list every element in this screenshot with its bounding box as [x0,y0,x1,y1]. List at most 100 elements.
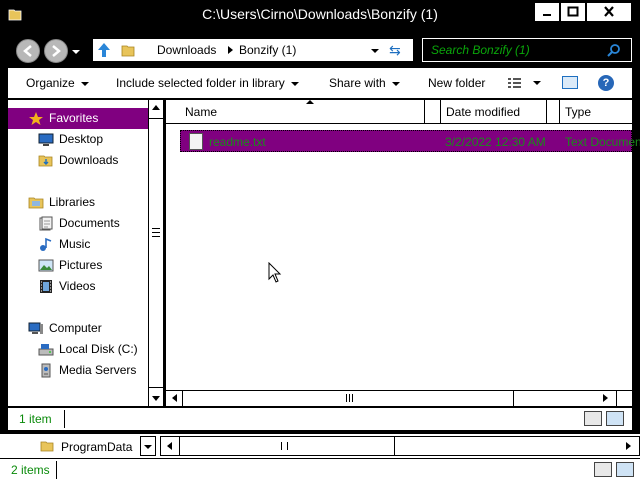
organize-button[interactable]: Organize [26,76,89,90]
sidebar-label: Videos [59,279,96,293]
chevron-down-icon[interactable] [140,436,156,456]
navigation-pane-scrollbar[interactable] [148,100,164,406]
desktop-icon [38,133,54,146]
sidebar-item-computer[interactable]: Computer [8,318,148,339]
file-name: readme.txt [209,135,266,149]
command-bar: Organize Include selected folder in libr… [8,68,632,98]
include-library-label: Include selected folder in library [116,76,285,90]
sidebar-item-videos[interactable]: Videos [8,276,148,297]
up-button[interactable] [93,39,117,61]
pictures-icon [38,259,54,272]
column-header-name[interactable]: Name [185,105,217,119]
column-header-type[interactable]: Type [565,105,591,119]
scroll-right-icon[interactable] [626,442,631,450]
folder-item-programdata[interactable]: ProgramData [61,440,132,454]
item-count: 2 items [11,463,50,477]
sidebar-item-favorites[interactable]: Favorites [8,108,148,129]
scrollbar-track[interactable] [149,118,163,388]
hard-drive-icon [38,344,54,356]
status-divider [64,410,65,428]
large-icons-view-icon[interactable] [606,411,624,426]
sidebar-label: Local Disk (C:) [59,342,138,356]
sidebar-label: Pictures [59,258,103,272]
column-divider[interactable] [424,100,425,124]
share-with-button[interactable]: Share with [329,76,400,90]
close-icon [604,6,614,17]
scroll-down-icon[interactable] [152,396,160,401]
minimize-button[interactable] [534,2,560,22]
help-icon[interactable]: ? [598,75,614,91]
sidebar-item-downloads[interactable]: Downloads [8,150,148,171]
sidebar-item-local-disk[interactable]: Local Disk (C:) [8,339,148,360]
chevron-down-icon [290,81,299,86]
sidebar-label: Computer [49,321,102,335]
preview-pane-icon[interactable] [562,76,578,89]
search-icon[interactable] [607,43,621,57]
music-icon [40,237,52,251]
details-view-icon[interactable] [594,462,612,477]
folder-icon [121,45,135,57]
column-header-date-modified[interactable]: Date modified [446,105,520,119]
column-header-row: Name Date modified Type [166,100,632,124]
search-box[interactable]: Search Bonzify (1) [422,38,632,62]
breadcrumb-bonzify[interactable]: Bonzify (1) [239,43,296,57]
column-divider[interactable] [546,100,547,124]
sidebar-item-pictures[interactable]: Pictures [8,255,148,276]
background-status-bar: 2 items [0,458,640,480]
file-type: Text Document [565,135,640,149]
navigation-pane: Favorites Desktop Downloads Libraries Do… [8,100,148,406]
arrow-left-icon [23,45,32,57]
details-view-icon[interactable] [584,411,602,426]
file-list: Name Date modified Type readme.txt 3/2/2… [166,100,640,406]
scroll-up-icon[interactable] [152,105,160,110]
address-dropdown[interactable] [371,49,379,53]
sidebar-label: Libraries [49,195,96,209]
sidebar-item-desktop[interactable]: Desktop [8,129,148,150]
recent-locations-dropdown[interactable] [72,50,80,54]
column-divider[interactable] [559,100,560,124]
minimize-icon [543,14,551,16]
background-explorer-window: ProgramData 2 items [0,434,640,480]
star-icon [29,112,43,125]
downloads-folder-icon [38,155,53,167]
background-horizontal-scrollbar[interactable] [160,436,640,456]
search-input[interactable]: Search Bonzify (1) [431,43,530,57]
view-options-icon [508,78,541,88]
large-icons-view-icon[interactable] [616,462,634,477]
scroll-right-icon[interactable] [603,394,608,402]
sort-ascending-icon [306,100,314,104]
column-divider[interactable] [440,100,441,124]
scroll-left-icon[interactable] [172,394,177,402]
sidebar-item-media-servers[interactable]: Media Servers [8,360,148,381]
breadcrumb-separator-icon[interactable] [228,46,233,54]
status-bar: 1 item [8,408,632,430]
status-divider [56,461,57,479]
file-row[interactable]: readme.txt 3/2/2022 12:30 AM Text Docume… [180,130,640,152]
scrollbar-grip[interactable] [152,228,160,237]
file-list-horizontal-scrollbar[interactable] [166,390,632,406]
close-button[interactable] [586,2,632,22]
sidebar-label: Music [59,237,91,251]
organize-label: Organize [26,76,75,90]
new-folder-button[interactable]: New folder [428,76,485,90]
text-file-icon [189,133,203,150]
back-button[interactable] [16,39,40,63]
change-view-button[interactable] [506,76,546,93]
sidebar-item-documents[interactable]: Documents [8,213,148,234]
documents-icon [39,216,53,231]
refresh-icon[interactable]: ⇆ [389,42,401,59]
sidebar-item-libraries[interactable]: Libraries [8,192,148,213]
scrollbar-corner [616,391,632,406]
include-in-library-button[interactable]: Include selected folder in library [116,76,299,90]
scroll-left-icon[interactable] [167,442,172,450]
sidebar-item-music[interactable]: Music [8,234,148,255]
scrollbar-grip[interactable] [281,442,288,450]
forward-button[interactable] [44,39,68,63]
address-bar[interactable]: Downloads Bonzify (1) ⇆ [92,38,414,62]
maximize-button[interactable] [560,2,586,22]
breadcrumb-downloads[interactable]: Downloads [157,43,216,57]
scrollbar-grip[interactable] [346,394,353,402]
sidebar-label: Downloads [59,153,119,167]
mouse-pointer-icon [268,262,282,283]
share-with-label: Share with [329,76,386,90]
